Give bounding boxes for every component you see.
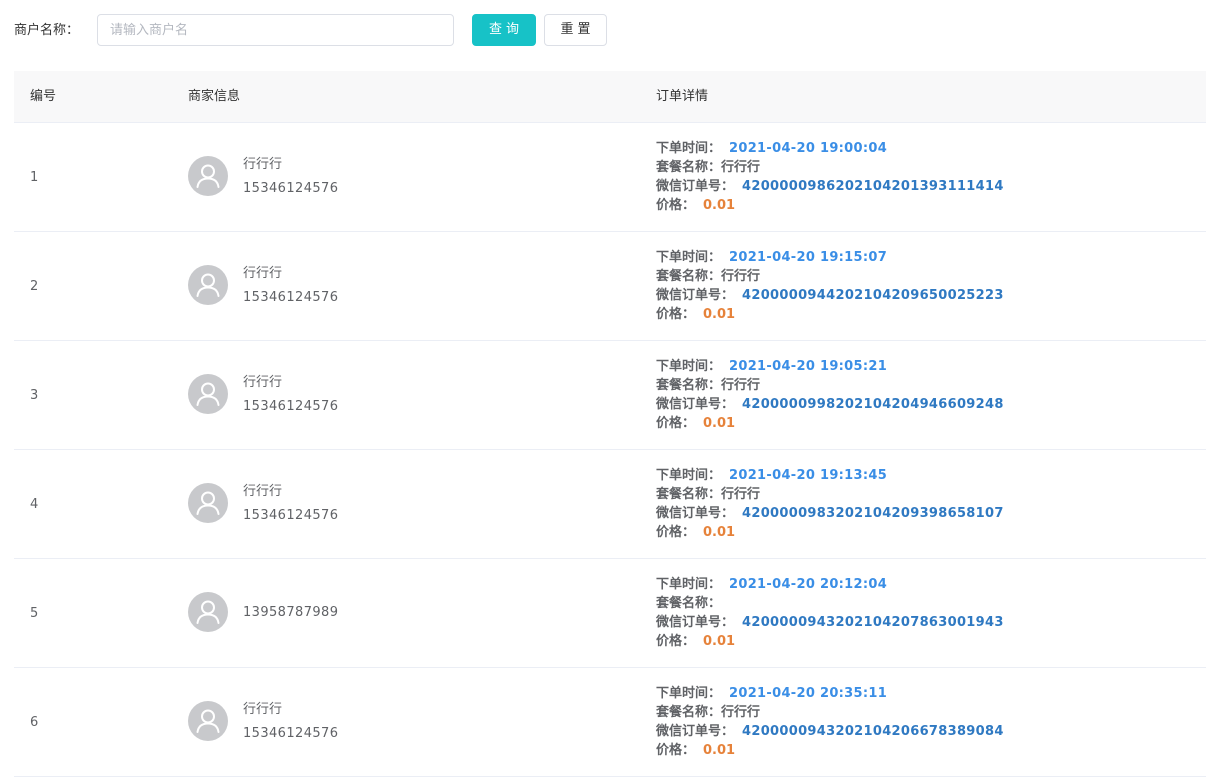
price-label: 价格： (656, 743, 696, 758)
order-time-value: 2021-04-20 20:35:11 (729, 686, 888, 701)
package-name-label: 套餐名称： (656, 160, 722, 175)
order-details: 下单时间： 2021-04-20 20:35:11 套餐名称：行行行微信订单号： 42… (656, 684, 1004, 760)
order-details: 下单时间： 2021-04-20 19:00:04 套餐名称：行行行微信订单号： 42… (656, 139, 1004, 215)
table-row: 4 行行行 15346124576 下单时间： 2021-04-20 19:13:45 套… (14, 450, 1206, 559)
order-time-value: 2021-04-20 19:05:21 (729, 359, 888, 374)
wechat-order-label: 微信订单号： (656, 506, 735, 521)
user-avatar-icon (188, 701, 228, 741)
order-time-value: 2021-04-20 19:15:07 (729, 250, 888, 265)
wechat-order-label: 微信订单号： (656, 288, 735, 303)
merchant-phone: 13958787989 (243, 605, 339, 620)
user-avatar-icon (188, 483, 228, 523)
package-name-value: 行行行 (721, 487, 761, 502)
table-header: 编号 商家信息 订单详情 (14, 71, 1206, 123)
package-name-value: 行行行 (721, 705, 761, 720)
table-row: 1 行行行 15346124576 下单时间： 2021-04-20 19:00:04 套… (14, 123, 1206, 232)
user-avatar-icon (188, 374, 228, 414)
package-name-value: 行行行 (721, 378, 761, 393)
query-button[interactable]: 查询 (472, 14, 536, 46)
package-name-value: 行行行 (721, 160, 761, 175)
order-time-label: 下单时间： (656, 141, 722, 156)
order-time-label: 下单时间： (656, 686, 722, 701)
wechat-order-value: 4200000944202104209650025223 (742, 288, 1004, 303)
orders-table: 编号 商家信息 订单详情 1 行行行 15346124576 下单时间： 2021-04… (14, 71, 1206, 777)
price-value: 0.01 (703, 416, 736, 431)
row-id: 1 (30, 170, 39, 185)
column-header-id: 编号 (30, 89, 57, 104)
price-value: 0.01 (703, 743, 736, 758)
order-details: 下单时间： 2021-04-20 19:13:45 套餐名称：行行行微信订单号： 42… (656, 466, 1004, 542)
package-name-label: 套餐名称： (656, 596, 722, 611)
price-label: 价格： (656, 525, 696, 540)
wechat-order-value: 4200000943202104207863001943 (742, 615, 1004, 630)
order-time-label: 下单时间： (656, 468, 722, 483)
price-value: 0.01 (703, 634, 736, 649)
column-header-order: 订单详情 (656, 89, 709, 104)
order-time-value: 2021-04-20 19:00:04 (729, 141, 888, 156)
merchant-phone: 15346124576 (243, 399, 339, 414)
wechat-order-label: 微信订单号： (656, 615, 735, 630)
order-time-label: 下单时间： (656, 359, 722, 374)
price-label: 价格： (656, 416, 696, 431)
order-details: 下单时间： 2021-04-20 19:05:21 套餐名称：行行行微信订单号： 42… (656, 357, 1004, 433)
wechat-order-value: 4200000943202104206678389084 (742, 724, 1004, 739)
merchant-name: 行行行 (243, 375, 283, 390)
row-id: 5 (30, 606, 39, 621)
package-name-label: 套餐名称： (656, 705, 722, 720)
price-value: 0.01 (703, 307, 736, 322)
merchant-phone: 15346124576 (243, 726, 339, 741)
price-value: 0.01 (703, 525, 736, 540)
order-details: 下单时间： 2021-04-20 20:12:04 套餐名称： 微信订单号： 42000… (656, 575, 1004, 651)
user-avatar-icon (188, 265, 228, 305)
price-label: 价格： (656, 307, 696, 322)
row-id: 4 (30, 497, 39, 512)
merchant-name: 行行行 (243, 266, 283, 281)
merchant-phone: 15346124576 (243, 290, 339, 305)
table-row: 3 行行行 15346124576 下单时间： 2021-04-20 19:05:21 套… (14, 341, 1206, 450)
column-header-merchant: 商家信息 (188, 89, 241, 104)
merchant-phone: 15346124576 (243, 508, 339, 523)
order-time-value: 2021-04-20 19:13:45 (729, 468, 888, 483)
merchant-name: 行行行 (243, 484, 283, 499)
wechat-order-value: 4200000983202104209398658107 (742, 506, 1004, 521)
search-bar: 商户名称： 查询 重置 (0, 14, 1206, 48)
table-row: 2 行行行 15346124576 下单时间： 2021-04-20 19:15:07 套… (14, 232, 1206, 341)
wechat-order-label: 微信订单号： (656, 397, 735, 412)
package-name-value: 行行行 (721, 269, 761, 284)
wechat-order-label: 微信订单号： (656, 179, 735, 194)
merchant-name: 行行行 (243, 702, 283, 717)
wechat-order-value: 4200000986202104201393111414 (742, 179, 1004, 194)
table-body: 1 行行行 15346124576 下单时间： 2021-04-20 19:00:04 套… (14, 123, 1206, 777)
merchant-phone: 15346124576 (243, 181, 339, 196)
price-label: 价格： (656, 634, 696, 649)
user-avatar-icon (188, 156, 228, 196)
order-time-value: 2021-04-20 20:12:04 (729, 577, 888, 592)
table-row: 6 行行行 15346124576 下单时间： 2021-04-20 20:35:11 套… (14, 668, 1206, 777)
order-time-label: 下单时间： (656, 250, 722, 265)
package-name-label: 套餐名称： (656, 487, 722, 502)
merchant-name-input[interactable] (97, 14, 454, 46)
package-name-label: 套餐名称： (656, 269, 722, 284)
wechat-order-label: 微信订单号： (656, 724, 735, 739)
merchant-name-label: 商户名称： (14, 23, 80, 38)
merchant-name: 行行行 (243, 157, 283, 172)
user-avatar-icon (188, 592, 228, 632)
reset-button[interactable]: 重置 (544, 14, 607, 46)
price-value: 0.01 (703, 198, 736, 213)
wechat-order-value: 4200000998202104204946609248 (742, 397, 1004, 412)
order-details: 下单时间： 2021-04-20 19:15:07 套餐名称：行行行微信订单号： 42… (656, 248, 1004, 324)
row-id: 3 (30, 388, 39, 403)
table-row: 5 13958787989 下单时间： 2021-04-20 20:12:04 套餐名称… (14, 559, 1206, 668)
row-id: 2 (30, 279, 39, 294)
order-time-label: 下单时间： (656, 577, 722, 592)
package-name-label: 套餐名称： (656, 378, 722, 393)
price-label: 价格： (656, 198, 696, 213)
row-id: 6 (30, 715, 39, 730)
